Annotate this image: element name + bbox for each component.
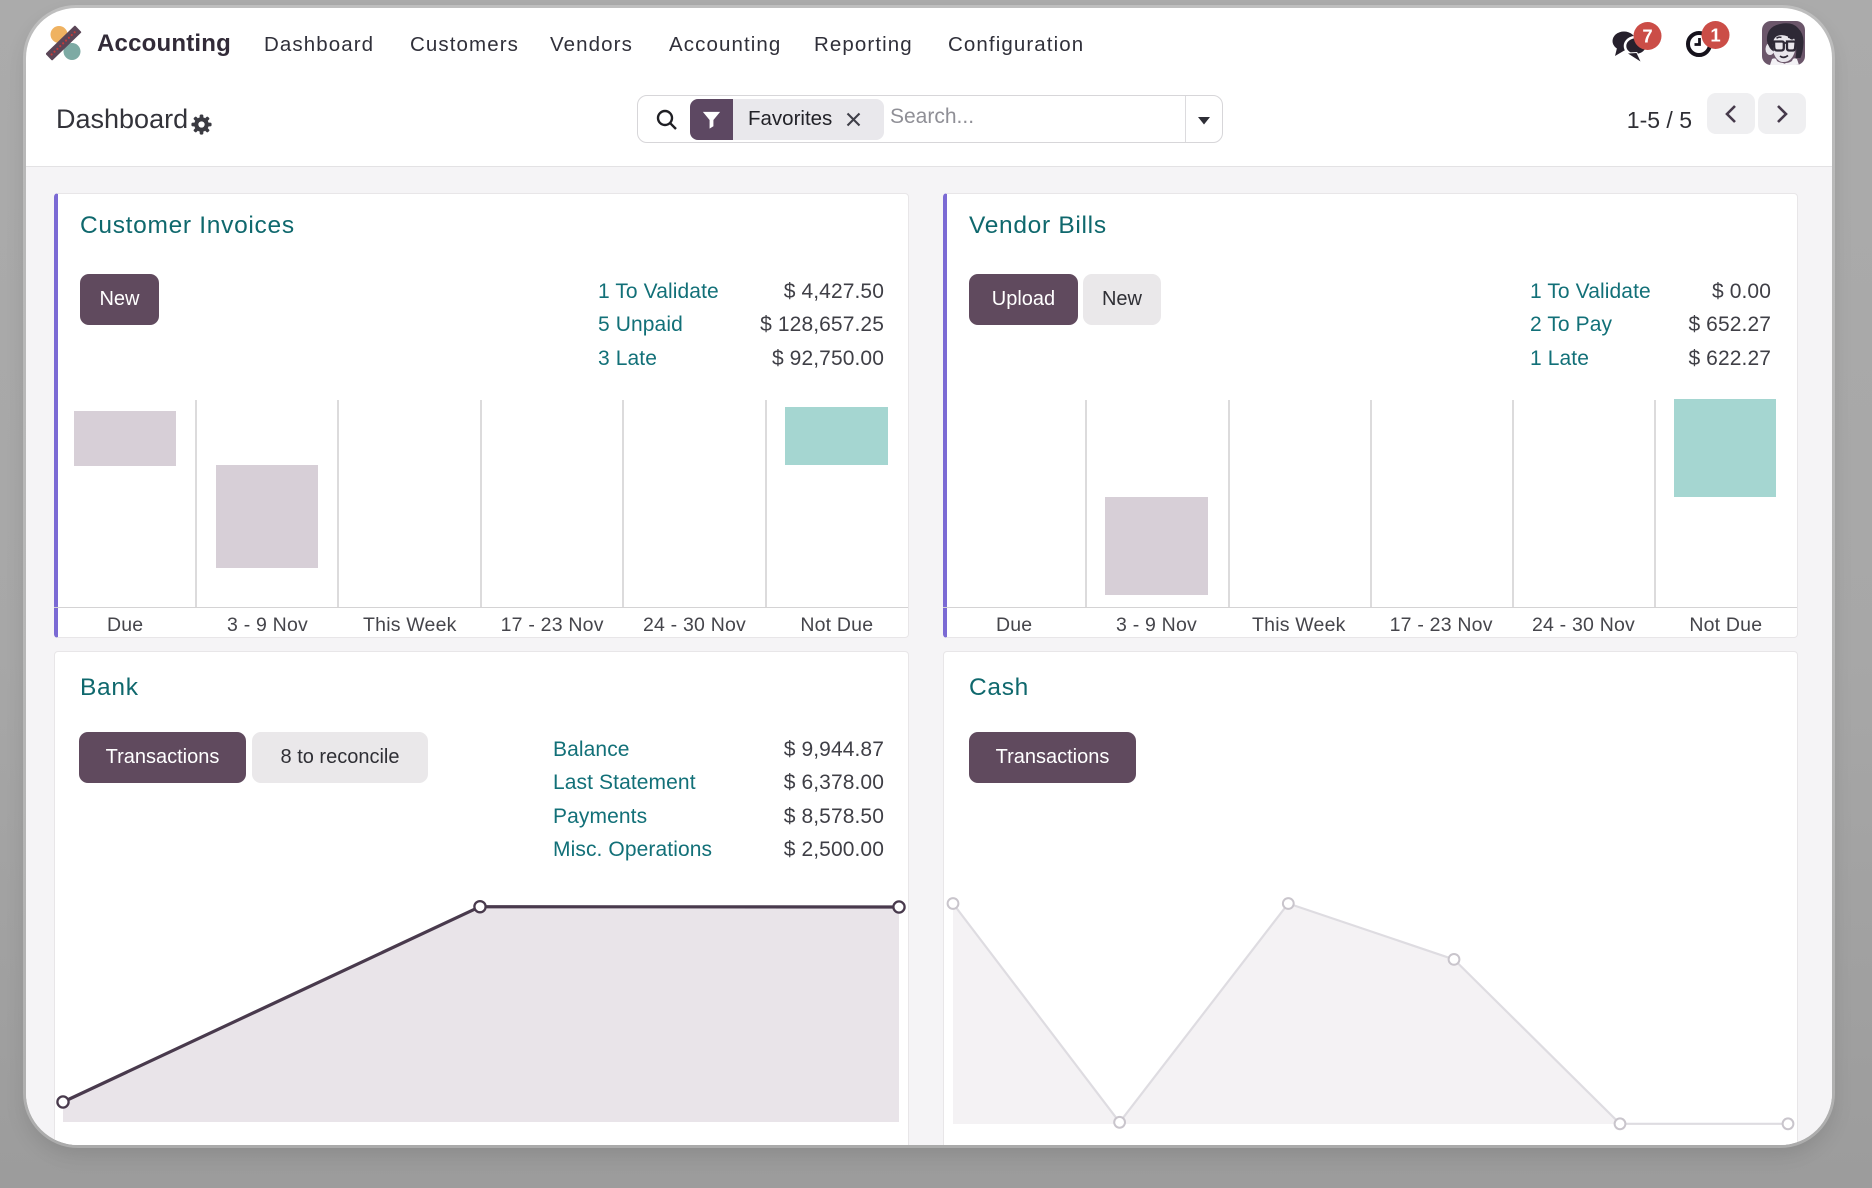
svg-text:7: 7 [1642, 26, 1652, 47]
svg-text:1: 1 [1710, 25, 1720, 46]
